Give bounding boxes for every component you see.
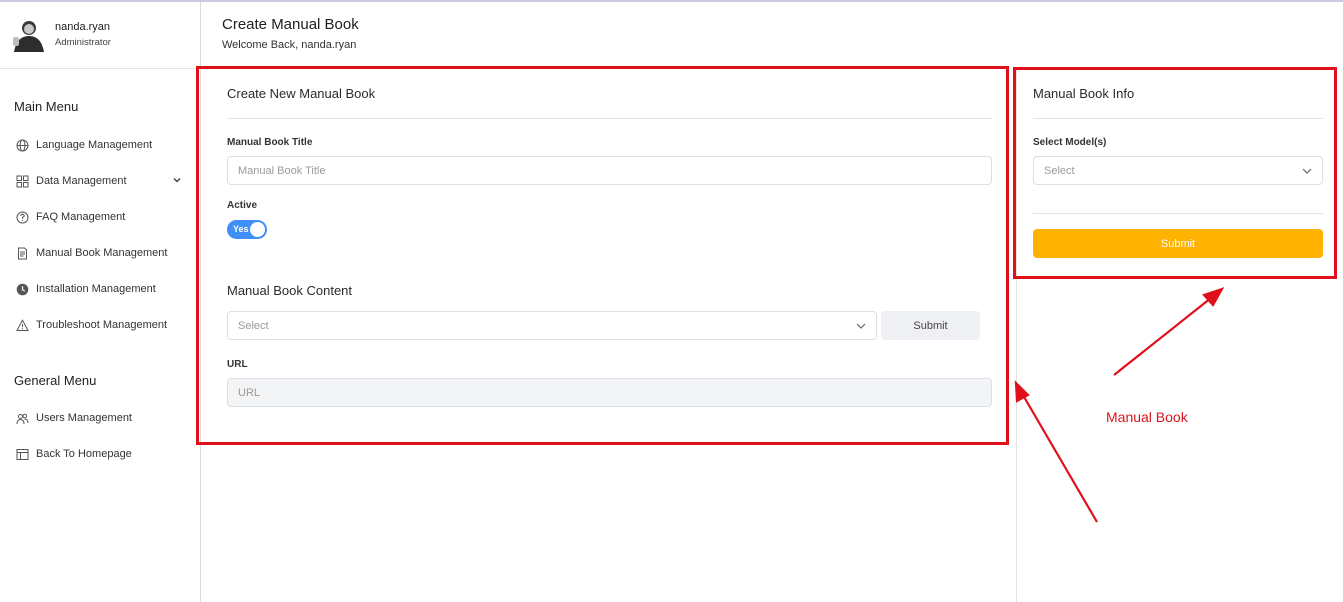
arrow-head <box>1014 380 1030 403</box>
clock-icon <box>16 283 29 296</box>
grid-icon <box>16 175 29 188</box>
page-title: Create Manual Book <box>222 16 359 33</box>
arrow-head <box>1202 287 1225 307</box>
sidebar-item-faq-management[interactable]: FAQ Management <box>16 207 188 227</box>
chevron-down-icon[interactable] <box>172 175 182 185</box>
arrow-to-main-card <box>1019 389 1098 523</box>
question-circle-icon <box>16 211 29 224</box>
user-role: Administrator <box>55 37 111 48</box>
top-border <box>0 0 1343 2</box>
annotation-box-main <box>196 66 1009 445</box>
sidebar-item-label: Troubleshoot Management <box>36 319 168 331</box>
sidebar-item-label: Manual Book Management <box>36 247 168 259</box>
user-panel: nanda.ryan Administrator <box>0 2 200 69</box>
sidebar-item-label: Back To Homepage <box>36 448 132 460</box>
sidebar-item-data-management[interactable]: Data Management <box>16 171 188 191</box>
avatar <box>10 16 46 52</box>
annotation-label: Manual Book <box>1106 409 1188 425</box>
sidebar: nanda.ryan Administrator Main Menu Langu… <box>0 2 201 602</box>
document-icon <box>16 247 29 260</box>
sidebar-item-label: Users Management <box>36 412 132 424</box>
sidebar-item-manual-book-management[interactable]: Manual Book Management <box>16 243 188 263</box>
users-icon <box>16 412 29 425</box>
welcome-text: Welcome Back, nanda.ryan <box>222 39 357 51</box>
sidebar-item-label: Data Management <box>36 175 127 187</box>
general-menu-heading: General Menu <box>14 373 97 388</box>
sidebar-item-users-management[interactable]: Users Management <box>16 408 188 428</box>
arrow-to-info-card <box>1113 293 1217 376</box>
main-menu-heading: Main Menu <box>14 99 79 114</box>
globe-icon <box>16 139 29 152</box>
sidebar-item-language-management[interactable]: Language Management <box>16 135 188 155</box>
sidebar-item-troubleshoot-management[interactable]: Troubleshoot Management <box>16 315 188 335</box>
user-name: nanda.ryan <box>55 21 111 33</box>
annotation-box-info <box>1013 67 1337 279</box>
sidebar-item-installation-management[interactable]: Installation Management <box>16 279 188 299</box>
layout-icon <box>16 448 29 461</box>
sidebar-item-label: Installation Management <box>36 283 156 295</box>
sidebar-item-back-to-homepage[interactable]: Back To Homepage <box>16 444 188 464</box>
sidebar-item-label: FAQ Management <box>36 211 126 223</box>
sidebar-item-label: Language Management <box>36 139 153 151</box>
warning-icon <box>16 318 29 332</box>
